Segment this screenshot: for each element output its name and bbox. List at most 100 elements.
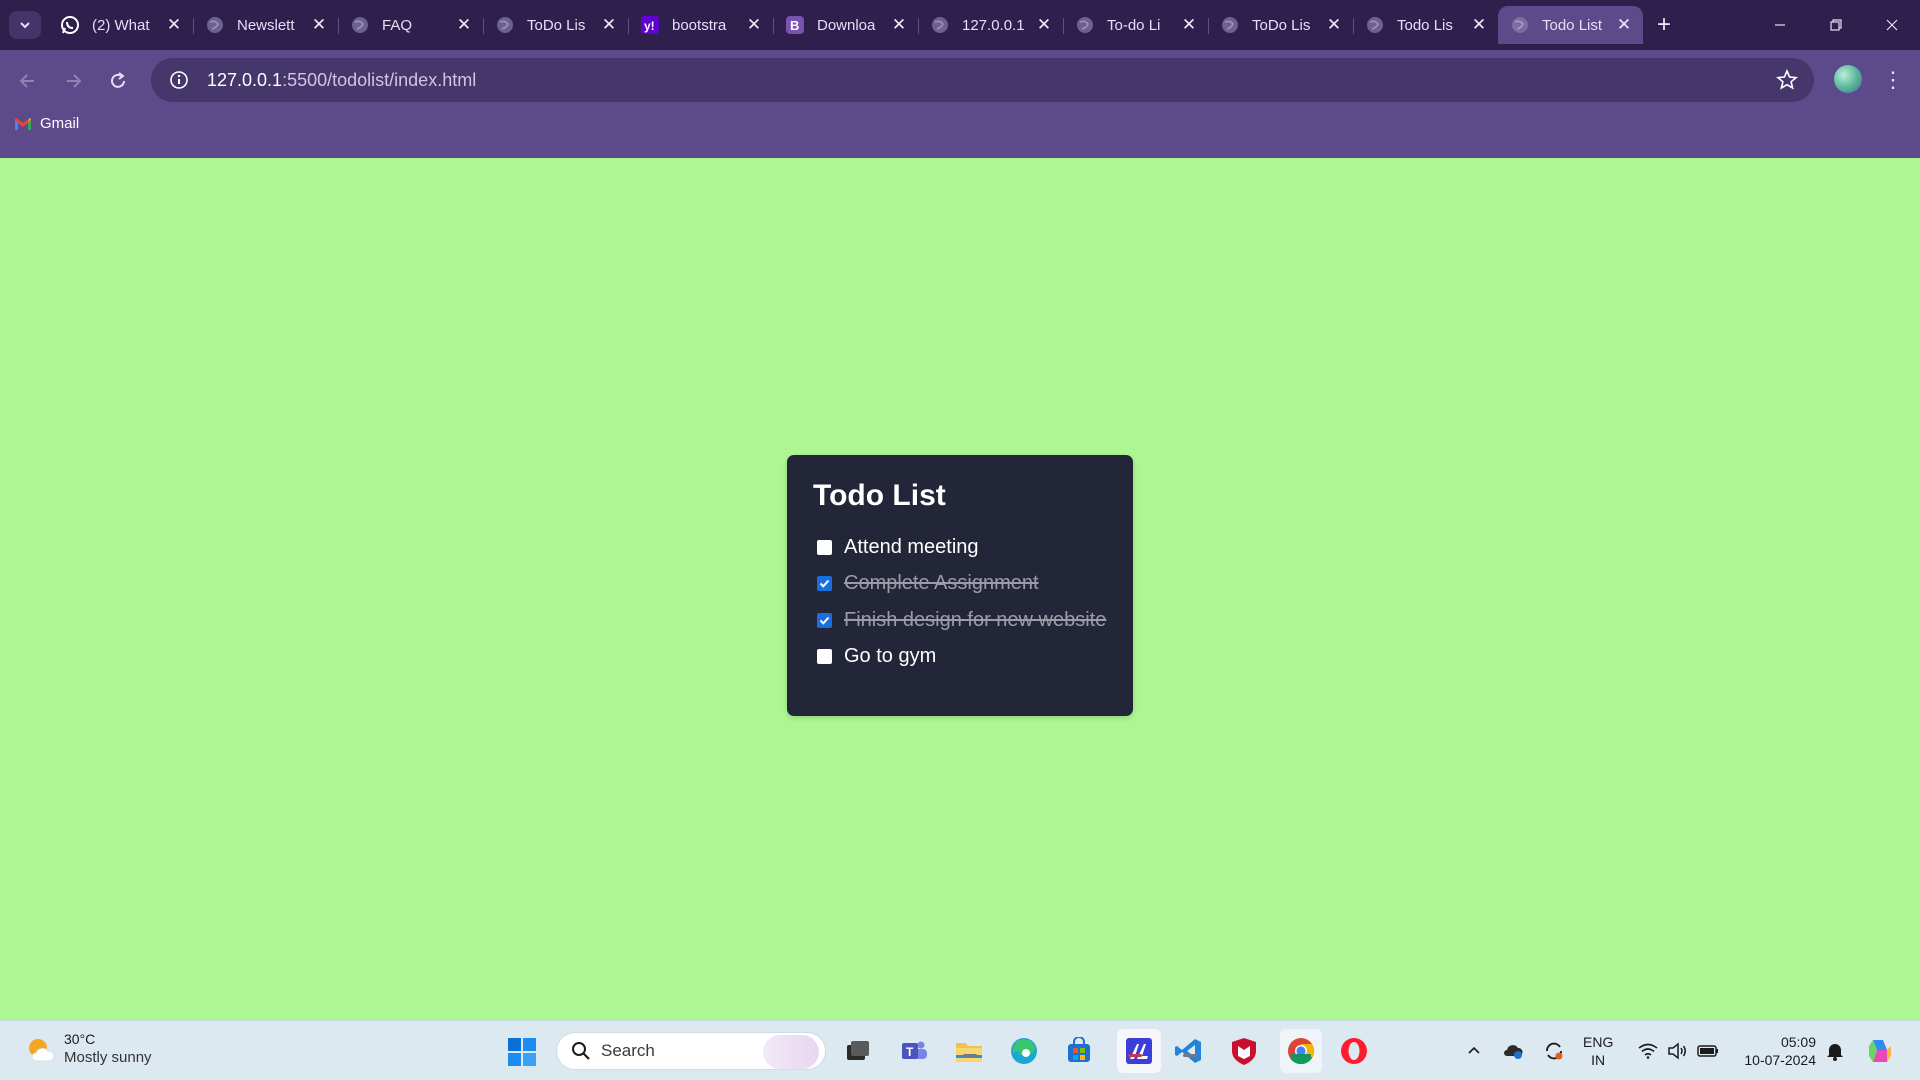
onedrive-icon[interactable] xyxy=(1500,1021,1526,1080)
todo-item[interactable]: Go to gym xyxy=(813,639,1107,676)
restore-button[interactable] xyxy=(1808,0,1864,50)
new-tab-button[interactable]: + xyxy=(1645,6,1683,44)
lang-line2: IN xyxy=(1591,1052,1606,1068)
weather-widget[interactable]: 30°C Mostly sunny xyxy=(24,1030,152,1068)
close-icon[interactable]: ✕ xyxy=(165,15,183,34)
close-icon[interactable]: ✕ xyxy=(745,15,763,34)
taskbar-search[interactable]: Search xyxy=(556,1032,826,1070)
copilot-icon[interactable] xyxy=(1862,1021,1898,1080)
tab-label: Todo List xyxy=(1542,16,1603,34)
restore-icon xyxy=(1830,19,1842,31)
minimize-button[interactable] xyxy=(1752,0,1808,50)
close-icon[interactable]: ✕ xyxy=(1470,15,1488,34)
todo-text: Go to gym xyxy=(844,645,937,668)
close-icon[interactable]: ✕ xyxy=(1180,15,1198,34)
opera-icon[interactable] xyxy=(1338,1035,1370,1067)
url-host: 127.0.0.1 xyxy=(207,69,283,90)
page-title: Todo List xyxy=(813,479,946,512)
tab-search-button[interactable] xyxy=(9,11,41,39)
todo-checkbox[interactable] xyxy=(817,649,832,665)
gmail-icon xyxy=(14,117,32,131)
tab-whatsapp[interactable]: (2) What ✕ xyxy=(48,6,194,44)
tab-label: (2) What xyxy=(92,16,150,34)
tab-download[interactable]: B Downloa ✕ xyxy=(773,6,919,44)
globe-icon xyxy=(1220,15,1240,35)
tab-label: ToDo Lis xyxy=(1252,16,1311,34)
vscode-icon[interactable] xyxy=(1173,1035,1205,1067)
checkmark-icon xyxy=(819,616,830,625)
checkmark-icon xyxy=(819,580,830,589)
battery-icon[interactable] xyxy=(1695,1021,1721,1080)
active-indicator xyxy=(1183,1054,1197,1057)
app-icon[interactable] xyxy=(1117,1029,1161,1073)
tab-label: ToDo Lis xyxy=(527,16,586,34)
site-info-icon[interactable] xyxy=(159,70,199,90)
tab-bootstrap-search[interactable]: y! bootstra ✕ xyxy=(628,6,774,44)
bookmark-gmail[interactable]: Gmail xyxy=(14,115,79,132)
globe-icon xyxy=(1365,15,1385,35)
show-hidden-icons-button[interactable] xyxy=(1462,1021,1486,1080)
tab-label: FAQ xyxy=(382,16,413,34)
windows-start-icon[interactable] xyxy=(506,1036,538,1068)
notification-bell-icon[interactable] xyxy=(1824,1021,1846,1080)
tab-label: bootstra xyxy=(672,16,727,34)
url-text[interactable]: 127.0.0.1:5500/todolist/index.html xyxy=(207,70,476,91)
todo-item[interactable]: Finish design for new website xyxy=(813,602,1107,639)
reload-button[interactable] xyxy=(102,65,134,97)
store-icon[interactable] xyxy=(1063,1035,1095,1067)
tab-todo-3[interactable]: ToDo Lis ✕ xyxy=(1208,6,1354,44)
clock[interactable]: 05:09 10-07-2024 xyxy=(1732,1033,1816,1069)
tab-newsletter[interactable]: Newslett ✕ xyxy=(193,6,339,44)
search-icon xyxy=(571,1041,591,1061)
tab-todo-4[interactable]: Todo Lis ✕ xyxy=(1353,6,1499,44)
arrow-left-icon xyxy=(19,74,34,88)
edge-icon[interactable] xyxy=(1008,1035,1040,1067)
sync-icon[interactable] xyxy=(1541,1021,1567,1080)
tab-todo-active[interactable]: Todo List ✕ xyxy=(1498,6,1643,44)
weather-temp: 30°C xyxy=(64,1031,96,1047)
close-icon[interactable]: ✕ xyxy=(1035,15,1053,34)
tab-label: Downloa xyxy=(817,16,876,34)
close-icon[interactable]: ✕ xyxy=(890,15,908,34)
profile-avatar[interactable] xyxy=(1834,65,1862,93)
close-icon[interactable]: ✕ xyxy=(455,15,473,34)
close-icon[interactable]: ✕ xyxy=(600,15,618,34)
close-icon[interactable]: ✕ xyxy=(1325,15,1343,34)
mcafee-icon[interactable] xyxy=(1228,1035,1260,1067)
close-icon[interactable]: ✕ xyxy=(1615,15,1633,34)
forward-button[interactable] xyxy=(57,65,89,97)
svg-text:y!: y! xyxy=(644,19,655,33)
more-menu-icon[interactable]: ⋮ xyxy=(1882,65,1904,95)
bookmark-star-icon[interactable] xyxy=(1776,68,1798,96)
whatsapp-icon xyxy=(60,15,80,35)
clock-time: 05:09 xyxy=(1780,1034,1816,1050)
todo-checkbox[interactable] xyxy=(817,612,832,628)
todo-item[interactable]: Attend meeting xyxy=(813,529,1107,566)
task-view-icon[interactable] xyxy=(842,1035,874,1067)
wifi-icon[interactable] xyxy=(1636,1021,1660,1080)
todo-checkbox[interactable] xyxy=(817,576,832,592)
close-icon[interactable]: ✕ xyxy=(310,15,328,34)
todo-checkbox[interactable] xyxy=(817,539,832,555)
tab-faq[interactable]: FAQ ✕ xyxy=(338,6,484,44)
svg-text:T: T xyxy=(906,1045,914,1059)
chrome-icon[interactable] xyxy=(1280,1029,1322,1073)
search-highlight-image xyxy=(763,1035,819,1069)
tab-todo-2[interactable]: To-do Li ✕ xyxy=(1063,6,1209,44)
volume-icon[interactable] xyxy=(1665,1021,1689,1080)
chevron-down-icon xyxy=(20,22,30,29)
teams-icon[interactable]: T xyxy=(898,1035,930,1067)
file-explorer-icon[interactable] xyxy=(953,1035,985,1067)
language-indicator[interactable]: ENG IN xyxy=(1583,1033,1613,1069)
active-indicator xyxy=(1128,1054,1142,1057)
globe-icon xyxy=(1075,15,1095,35)
address-bar[interactable]: 127.0.0.1:5500/todolist/index.html xyxy=(151,58,1814,102)
close-window-button[interactable] xyxy=(1864,0,1920,50)
back-button[interactable] xyxy=(12,65,44,97)
tab-localhost[interactable]: 127.0.0.1 ✕ xyxy=(918,6,1064,44)
tab-todo-1[interactable]: ToDo Lis ✕ xyxy=(483,6,629,44)
todo-text: Attend meeting xyxy=(844,535,979,558)
todo-item[interactable]: Complete Assignment xyxy=(813,566,1107,603)
tabs: (2) What ✕ Newslett ✕ FAQ ✕ ToDo Lis ✕ y… xyxy=(48,6,1683,50)
url-path: :5500/todolist/index.html xyxy=(282,69,477,90)
